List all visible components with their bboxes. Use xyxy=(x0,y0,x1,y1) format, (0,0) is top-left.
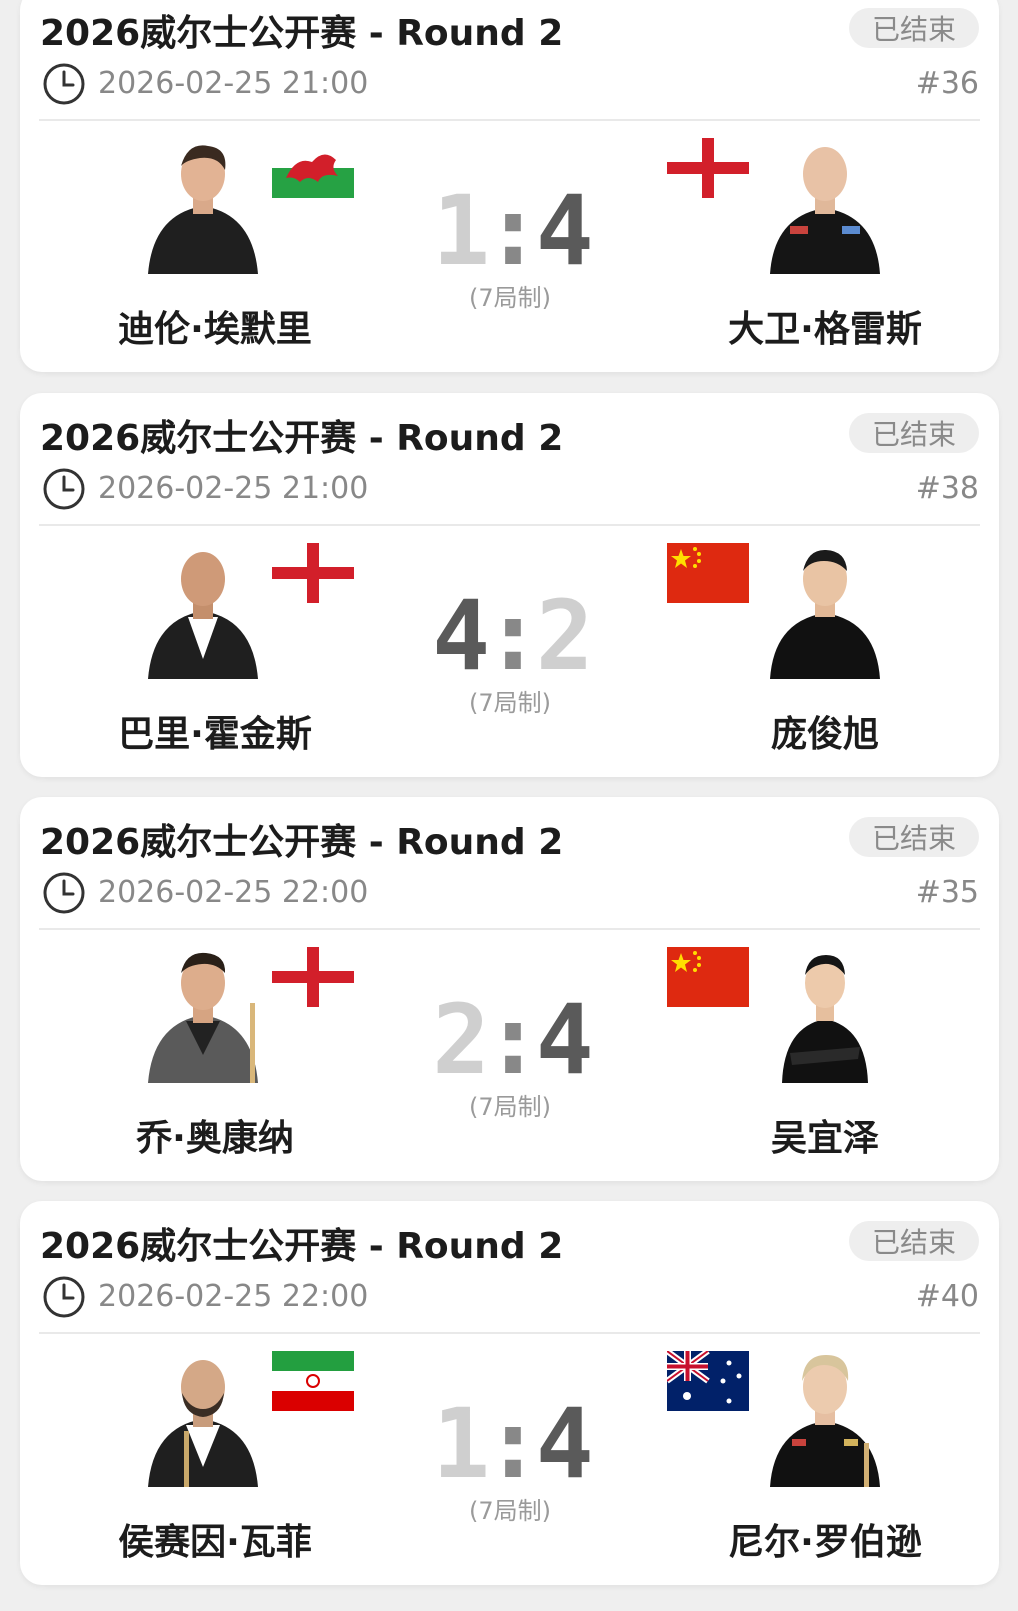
score-right: 4 xyxy=(535,984,594,1096)
divider xyxy=(39,119,980,121)
match-format: (7局制) xyxy=(469,1497,551,1525)
match-score: 1:4 xyxy=(410,183,610,279)
status-badge: 已结束 xyxy=(849,413,979,453)
player-right-photo[interactable] xyxy=(760,943,890,1083)
score-separator: : xyxy=(484,1388,542,1500)
score-left: 1 xyxy=(432,1388,490,1500)
china-flag-icon xyxy=(667,543,749,603)
match-card[interactable]: 2026威尔士公开赛 - Round 2 已结束 2026-02-25 21:0… xyxy=(20,393,999,777)
match-title: 2026威尔士公开赛 - Round 2 xyxy=(40,822,564,863)
player-left-photo[interactable] xyxy=(138,943,268,1083)
iran-flag-icon xyxy=(272,1351,354,1411)
match-card[interactable]: 2026威尔士公开赛 - Round 2 已结束 2026-02-25 22:0… xyxy=(20,1201,999,1585)
score-separator: : xyxy=(484,580,542,692)
match-datetime: 2026-02-25 22:00 xyxy=(98,1279,369,1314)
score-separator: : xyxy=(484,175,542,287)
match-title: 2026威尔士公开赛 - Round 2 xyxy=(40,13,564,54)
match-card[interactable]: 2026威尔士公开赛 - Round 2 已结束 2026-02-25 21:0… xyxy=(20,0,999,372)
score-right: 2 xyxy=(535,580,594,692)
player-right-name[interactable]: 尼尔·罗伯逊 xyxy=(660,1513,990,1565)
match-datetime: 2026-02-25 21:00 xyxy=(98,471,369,506)
player-left-name[interactable]: 乔·奥康纳 xyxy=(50,1109,380,1161)
china-flag-icon xyxy=(667,947,749,1007)
england-flag-icon xyxy=(272,543,354,603)
player-left-photo[interactable] xyxy=(138,1347,268,1487)
match-format: (7局制) xyxy=(469,689,551,717)
player-right-photo[interactable] xyxy=(760,1347,890,1487)
player-left-name[interactable]: 侯赛因·瓦菲 xyxy=(50,1513,380,1565)
clock-icon xyxy=(42,62,86,106)
england-flag-icon xyxy=(272,947,354,1007)
player-right-photo[interactable] xyxy=(760,134,890,274)
status-badge: 已结束 xyxy=(849,817,979,857)
match-number: #38 xyxy=(915,471,979,506)
score-left: 4 xyxy=(432,580,490,692)
player-left-name[interactable]: 迪伦·埃默里 xyxy=(50,300,380,352)
match-score: 2:4 xyxy=(410,992,610,1088)
score-right: 4 xyxy=(535,1388,594,1500)
divider xyxy=(39,1332,980,1334)
match-datetime: 2026-02-25 22:00 xyxy=(98,875,369,910)
clock-icon xyxy=(42,871,86,915)
match-title: 2026威尔士公开赛 - Round 2 xyxy=(40,418,564,459)
match-format: (7局制) xyxy=(469,284,551,312)
divider xyxy=(39,524,980,526)
status-badge: 已结束 xyxy=(849,1221,979,1261)
score-left: 2 xyxy=(432,984,490,1096)
player-right-name[interactable]: 大卫·格雷斯 xyxy=(660,300,990,352)
score-right: 4 xyxy=(535,175,594,287)
status-badge: 已结束 xyxy=(849,8,979,48)
player-right-photo[interactable] xyxy=(760,539,890,679)
match-score: 4:2 xyxy=(410,588,610,684)
score-left: 1 xyxy=(432,175,490,287)
australia-flag-icon xyxy=(667,1351,749,1411)
match-card[interactable]: 2026威尔士公开赛 - Round 2 已结束 2026-02-25 22:0… xyxy=(20,797,999,1181)
match-number: #35 xyxy=(915,875,979,910)
player-left-photo[interactable] xyxy=(138,539,268,679)
clock-icon xyxy=(42,467,86,511)
match-format: (7局制) xyxy=(469,1093,551,1121)
match-number: #36 xyxy=(915,66,979,101)
player-right-name[interactable]: 庞俊旭 xyxy=(660,705,990,757)
player-right-name[interactable]: 吴宜泽 xyxy=(660,1109,990,1161)
match-number: #40 xyxy=(915,1279,979,1314)
player-left-photo[interactable] xyxy=(138,134,268,274)
divider xyxy=(39,928,980,930)
match-title: 2026威尔士公开赛 - Round 2 xyxy=(40,1226,564,1267)
match-score: 1:4 xyxy=(410,1396,610,1492)
match-datetime: 2026-02-25 21:00 xyxy=(98,66,369,101)
wales-flag-icon xyxy=(272,138,354,198)
player-left-name[interactable]: 巴里·霍金斯 xyxy=(50,705,380,757)
score-separator: : xyxy=(484,984,542,1096)
clock-icon xyxy=(42,1275,86,1319)
england-flag-icon xyxy=(667,138,749,198)
